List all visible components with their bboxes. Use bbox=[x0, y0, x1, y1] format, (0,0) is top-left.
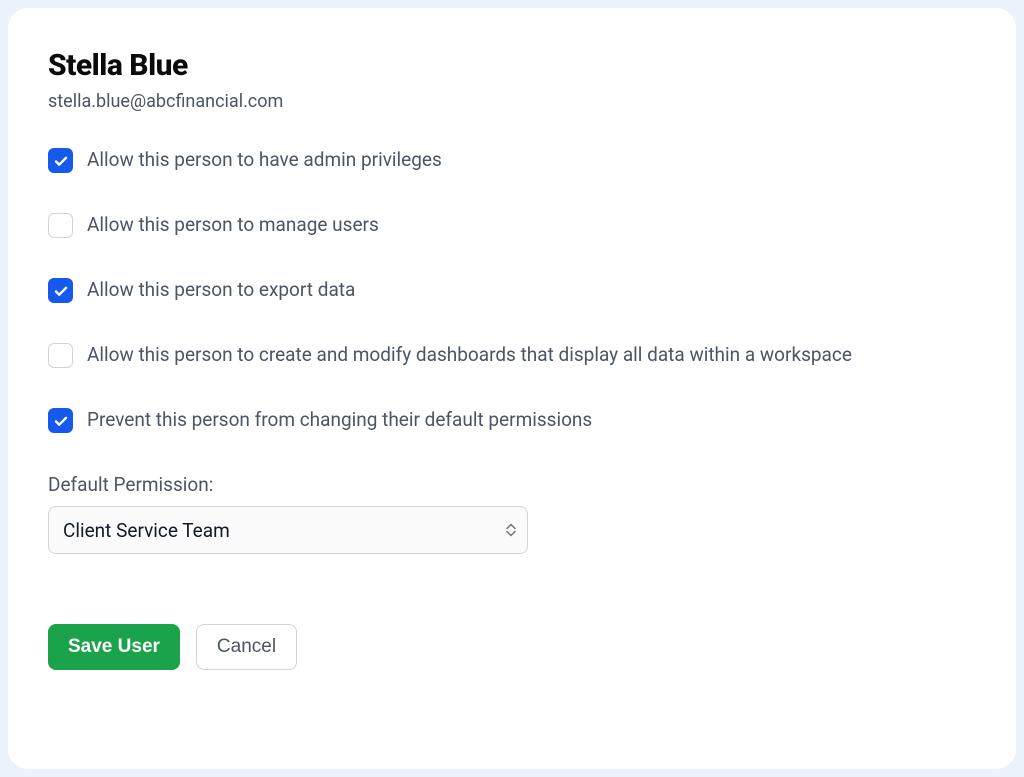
check-icon bbox=[53, 283, 69, 299]
default-permission-label: Default Permission: bbox=[48, 473, 976, 496]
default-permission-value: Client Service Team bbox=[63, 519, 230, 542]
checkbox-label-admin: Allow this person to have admin privileg… bbox=[87, 148, 442, 173]
user-name-heading: Stella Blue bbox=[48, 48, 976, 83]
checkbox-label-dashboards: Allow this person to create and modify d… bbox=[87, 343, 852, 368]
user-email: stella.blue@abcfinancial.com bbox=[48, 91, 976, 112]
checkbox-label-prevent-change: Prevent this person from changing their … bbox=[87, 408, 592, 433]
checkbox-prevent-change[interactable] bbox=[48, 408, 73, 433]
permission-row-dashboards: Allow this person to create and modify d… bbox=[48, 343, 976, 368]
default-permission-select-wrap: Client Service Team bbox=[48, 506, 528, 554]
default-permission-select[interactable]: Client Service Team bbox=[48, 506, 528, 554]
checkbox-export-data[interactable] bbox=[48, 278, 73, 303]
action-buttons: Save User Cancel bbox=[48, 624, 976, 670]
check-icon bbox=[53, 413, 69, 429]
checkbox-dashboards[interactable] bbox=[48, 343, 73, 368]
permission-row-prevent-change: Prevent this person from changing their … bbox=[48, 408, 976, 433]
permission-row-export-data: Allow this person to export data bbox=[48, 278, 976, 303]
checkbox-label-manage-users: Allow this person to manage users bbox=[87, 213, 379, 238]
save-user-button[interactable]: Save User bbox=[48, 624, 180, 670]
permission-row-admin: Allow this person to have admin privileg… bbox=[48, 148, 976, 173]
checkbox-admin-privileges[interactable] bbox=[48, 148, 73, 173]
checkbox-label-export-data: Allow this person to export data bbox=[87, 278, 355, 303]
check-icon bbox=[53, 153, 69, 169]
checkbox-manage-users[interactable] bbox=[48, 213, 73, 238]
user-edit-card: Stella Blue stella.blue@abcfinancial.com… bbox=[8, 8, 1016, 769]
permission-row-manage-users: Allow this person to manage users bbox=[48, 213, 976, 238]
cancel-button[interactable]: Cancel bbox=[196, 624, 297, 670]
